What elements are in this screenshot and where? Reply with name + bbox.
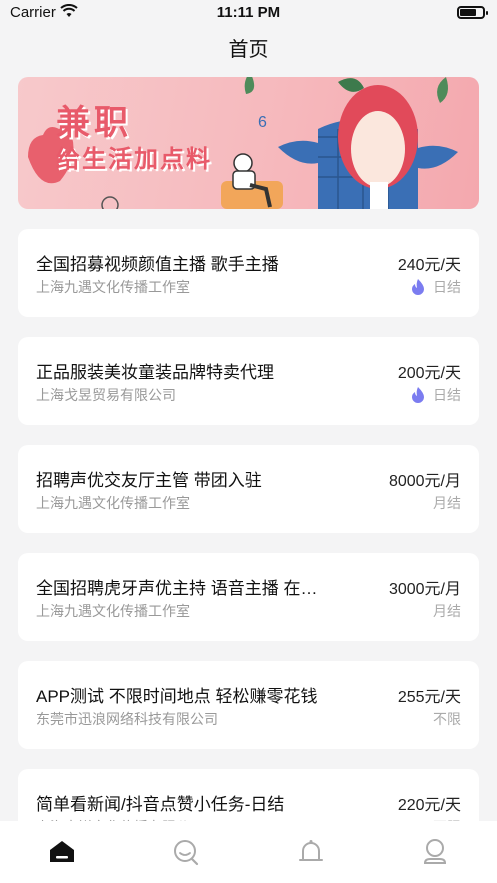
job-settlement: 月结 (433, 493, 461, 513)
job-salary: 220元/天 (397, 797, 461, 814)
job-salary: 3000元/月 (388, 581, 461, 598)
fire-icon (412, 387, 424, 403)
job-card[interactable]: APP测试 不限时间地点 轻松赚零花钱 东莞市迅浪网络科技有限公司 255元/天… (18, 661, 479, 749)
job-card[interactable]: 招聘声优交友厅主管 带团入驻 上海九遇文化传播工作室 8000元/月 月结 (18, 445, 479, 533)
tab-notifications[interactable] (281, 832, 341, 872)
job-company: 东莞市迅浪网络科技有限公司 (36, 711, 218, 727)
settlement-label: 日结 (433, 387, 461, 403)
settlement-label: 不限 (433, 711, 461, 727)
svg-text:6: 6 (258, 114, 267, 131)
battery-icon (457, 6, 488, 19)
job-list: 全国招募视频颜值主播 歌手主播 上海九遇文化传播工作室 240元/天 日结 正品… (18, 229, 479, 877)
job-salary: 8000元/月 (388, 473, 461, 490)
job-company: 上海戈昱贸易有限公司 (36, 387, 176, 403)
job-settlement: 不限 (433, 709, 461, 729)
page-title: 首页 (228, 39, 269, 61)
settlement-label: 月结 (433, 495, 461, 511)
job-company: 上海九遇文化传播工作室 (36, 495, 190, 511)
job-settlement: 日结 (411, 277, 461, 297)
tab-profile[interactable] (405, 832, 465, 872)
job-title: APP测试 不限时间地点 轻松赚零花钱 (36, 687, 318, 706)
job-company: 上海九遇文化传播工作室 (36, 279, 190, 295)
banner-subheadline: 给生活加点料 (56, 146, 212, 173)
status-time: 11:11 PM (216, 4, 281, 21)
tab-home[interactable] (32, 832, 92, 872)
job-salary: 255元/天 (397, 689, 461, 706)
tab-bar (0, 821, 497, 883)
job-title: 全国招聘虎牙声优主持 语音主播 在… (36, 579, 318, 598)
search-icon (174, 840, 199, 866)
job-card[interactable]: 正品服装美妆童装品牌特卖代理 上海戈昱贸易有限公司 200元/天 日结 (18, 337, 479, 425)
job-title: 招聘声优交友厅主管 带团入驻 (36, 471, 262, 490)
job-settlement: 日结 (411, 385, 461, 405)
job-title: 全国招募视频颜值主播 歌手主播 (36, 255, 279, 274)
bell-icon (298, 840, 323, 861)
job-card[interactable]: 全国招聘虎牙声优主持 语音主播 在… 上海九遇文化传播工作室 3000元/月 月… (18, 553, 479, 641)
status-bar: Carrier 11:11 PM (0, 0, 497, 26)
banner-headline: 兼职 (56, 104, 132, 142)
job-title: 正品服装美妆童装品牌特卖代理 (36, 363, 274, 382)
job-card[interactable]: 全国招募视频颜值主播 歌手主播 上海九遇文化传播工作室 240元/天 日结 (18, 229, 479, 317)
job-salary: 200元/天 (397, 365, 461, 382)
fire-icon (412, 279, 424, 295)
promo-banner[interactable]: 6 兼职 给生活加点料 (18, 77, 479, 209)
job-salary: 240元/天 (397, 257, 461, 274)
settlement-label: 日结 (433, 279, 461, 295)
job-settlement: 月结 (433, 601, 461, 621)
user-icon (423, 839, 446, 864)
job-company: 上海九遇文化传播工作室 (36, 603, 190, 619)
settlement-label: 月结 (433, 603, 461, 619)
job-title: 简单看新闻/抖音点赞小任务-日结 (36, 795, 285, 814)
tab-search[interactable] (156, 832, 216, 872)
home-icon (50, 841, 75, 862)
